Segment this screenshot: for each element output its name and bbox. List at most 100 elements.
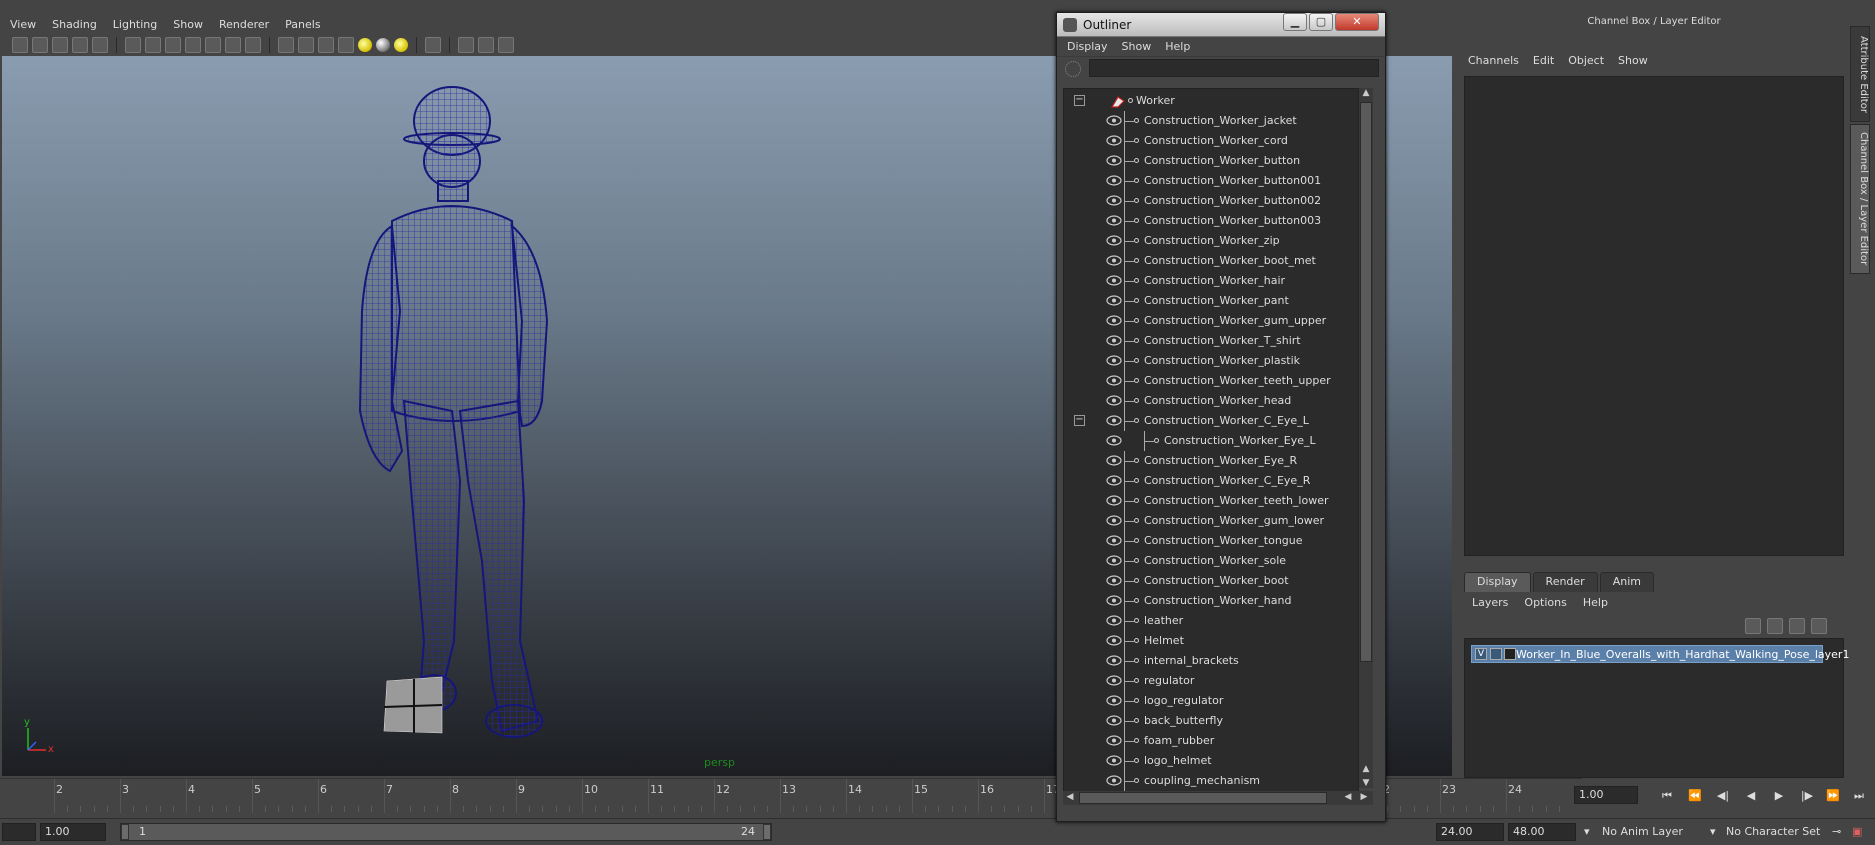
step-forward-frame-button[interactable]: |▶ — [1796, 788, 1818, 804]
menu-edit[interactable]: Edit — [1533, 54, 1554, 72]
outliner-window[interactable]: Outliner ▁ ▢ ✕ Display Show Help − Worker… — [1056, 12, 1386, 822]
menu-shading[interactable]: Shading — [52, 18, 97, 31]
outliner-item[interactable]: Construction_Worker_hair — [1064, 271, 1354, 291]
outliner-item[interactable]: Construction_Worker_head — [1064, 391, 1354, 411]
use-all-lights-icon[interactable] — [358, 38, 372, 52]
field-chart-icon[interactable] — [205, 37, 221, 53]
collapse-toggle-icon[interactable]: − — [1074, 95, 1085, 106]
default-light-icon[interactable] — [394, 38, 408, 52]
menu-help[interactable]: Help — [1165, 40, 1190, 53]
menu-view[interactable]: View — [10, 18, 36, 31]
outliner-tree[interactable]: − Worker Construction_Worker_jacket Constru… — [1063, 88, 1359, 798]
preferences-icon[interactable]: ▣ — [1852, 823, 1862, 841]
go-to-end-button[interactable]: ⏭ — [1848, 788, 1870, 804]
outliner-item[interactable]: logo_regulator — [1064, 691, 1354, 711]
smooth-shade-icon[interactable] — [298, 37, 314, 53]
outliner-item[interactable]: Construction_Worker_jacket — [1064, 111, 1354, 131]
outliner-item[interactable]: Construction_Worker_boot — [1064, 571, 1354, 591]
scroll-up-arrow-icon[interactable]: ▲ — [1359, 764, 1373, 774]
outliner-item[interactable]: Construction_Worker_boot_met — [1064, 251, 1354, 271]
outliner-item[interactable]: Helmet — [1064, 631, 1354, 651]
vertical-scroll-thumb[interactable] — [1360, 102, 1372, 662]
menu-show[interactable]: Show — [173, 18, 203, 31]
shadows-icon[interactable] — [376, 38, 390, 52]
outliner-vertical-scrollbar[interactable]: ▲ ▲ ▼ — [1359, 88, 1373, 788]
current-frame-field[interactable]: 1.00 — [1574, 786, 1638, 804]
anim-layer-dropdown[interactable]: No Anim Layer — [1602, 823, 1683, 841]
two-d-pan-zoom-icon[interactable] — [92, 37, 108, 53]
character-set-dropdown-arrow[interactable]: ▾ — [1710, 823, 1716, 841]
minimize-button[interactable]: ▁ — [1283, 13, 1307, 31]
outliner-filter-input[interactable] — [1089, 59, 1379, 77]
move-layer-down-icon[interactable] — [1767, 618, 1783, 634]
outliner-item[interactable]: Construction_Worker_hand — [1064, 591, 1354, 611]
scroll-left-arrow-icon[interactable]: ◀ — [1063, 792, 1077, 802]
range-end-handle[interactable] — [763, 824, 771, 840]
playback-end-field[interactable]: 24.00 — [1436, 823, 1504, 841]
outliner-item[interactable]: Construction_Worker_gum_lower — [1064, 511, 1354, 531]
worker-wireframe-model[interactable] — [342, 81, 582, 741]
wireframe-on-shaded-icon[interactable] — [318, 37, 334, 53]
tab-channel-box-layer-editor[interactable]: Channel Box / Layer Editor — [1850, 124, 1870, 274]
step-back-key-button[interactable]: ⏪ — [1684, 788, 1706, 804]
tab-attribute-editor[interactable]: Attribute Editor — [1850, 26, 1870, 122]
outliner-item[interactable]: Construction_Worker_gum_upper — [1064, 311, 1354, 331]
auto-key-icon[interactable]: ⊸ — [1832, 823, 1841, 841]
maximize-button[interactable]: ▢ — [1309, 13, 1333, 31]
outliner-horizontal-scrollbar[interactable]: ◀ ◀ ▶ — [1063, 791, 1373, 805]
menu-show[interactable]: Show — [1618, 54, 1648, 72]
menu-show[interactable]: Show — [1122, 40, 1152, 53]
menu-panels[interactable]: Panels — [285, 18, 320, 31]
scroll-up-arrow-icon[interactable]: ▲ — [1359, 88, 1373, 98]
menu-layers[interactable]: Layers — [1472, 596, 1508, 614]
gate-mask-icon[interactable] — [185, 37, 201, 53]
outliner-item[interactable]: Construction_Worker_button — [1064, 151, 1354, 171]
menu-display[interactable]: Display — [1067, 40, 1108, 53]
wireframe-icon[interactable] — [278, 37, 294, 53]
menu-help[interactable]: Help — [1583, 596, 1608, 614]
outliner-item[interactable]: Construction_Worker_pant — [1064, 291, 1354, 311]
outliner-item[interactable]: foam_rubber — [1064, 731, 1354, 751]
xray-icon[interactable] — [458, 37, 474, 53]
collapse-toggle-icon[interactable]: − — [1074, 415, 1085, 426]
outliner-item[interactable]: Construction_Worker_zip — [1064, 231, 1354, 251]
outliner-item[interactable]: logo_helmet — [1064, 751, 1354, 771]
menu-lighting[interactable]: Lighting — [113, 18, 157, 31]
tab-display[interactable]: Display — [1464, 572, 1531, 592]
outliner-titlebar[interactable]: Outliner ▁ ▢ ✕ — [1057, 13, 1385, 37]
step-back-frame-button[interactable]: ◀| — [1712, 788, 1734, 804]
outliner-item[interactable]: Construction_Worker_T_shirt — [1064, 331, 1354, 351]
channel-box-area[interactable] — [1464, 76, 1844, 556]
outliner-item-worker[interactable]: − Worker — [1064, 91, 1354, 111]
backface-culling-icon[interactable] — [498, 37, 514, 53]
outliner-item[interactable]: − Construction_Worker_C_Eye_L — [1064, 411, 1354, 431]
camera-attributes-icon[interactable] — [32, 37, 48, 53]
animation-end-field[interactable]: 48.00 — [1508, 823, 1576, 841]
new-layer-icon[interactable] — [1789, 618, 1805, 634]
tab-anim[interactable]: Anim — [1599, 572, 1654, 592]
character-set-dropdown[interactable]: No Character Set — [1726, 823, 1820, 841]
move-layer-up-icon[interactable] — [1745, 618, 1761, 634]
outliner-item[interactable]: Construction_Worker_cord — [1064, 131, 1354, 151]
layer-color-swatch[interactable] — [1504, 648, 1516, 660]
outliner-item[interactable]: Construction_Worker_C_Eye_R — [1064, 471, 1354, 491]
new-layer-from-selection-icon[interactable] — [1811, 618, 1827, 634]
layer-row[interactable]: V Worker_In_Blue_Overalls_with_Hardhat_W… — [1471, 645, 1849, 663]
scroll-down-arrow-icon[interactable]: ▼ — [1359, 778, 1373, 788]
scroll-left-arrow-icon[interactable]: ◀ — [1341, 792, 1355, 802]
playback-start-field[interactable]: 1.00 — [40, 823, 106, 841]
menu-object[interactable]: Object — [1568, 54, 1604, 72]
safe-title-icon[interactable] — [245, 37, 261, 53]
outliner-item[interactable]: coupling_mechanism — [1064, 771, 1354, 791]
outliner-item[interactable]: Construction_Worker_plastik — [1064, 351, 1354, 371]
outliner-item[interactable]: Construction_Worker_teeth_upper — [1064, 371, 1354, 391]
range-slider[interactable]: 1 24 — [120, 823, 772, 841]
outliner-item[interactable]: Construction_Worker_button003 — [1064, 211, 1354, 231]
tab-render[interactable]: Render — [1532, 572, 1598, 592]
outliner-item[interactable]: internal_brackets — [1064, 651, 1354, 671]
grid-icon[interactable] — [125, 37, 141, 53]
outliner-item[interactable]: Construction_Worker_sole — [1064, 551, 1354, 571]
image-plane-icon[interactable] — [72, 37, 88, 53]
outliner-item[interactable]: Construction_Worker_button001 — [1064, 171, 1354, 191]
textured-icon[interactable] — [338, 37, 354, 53]
